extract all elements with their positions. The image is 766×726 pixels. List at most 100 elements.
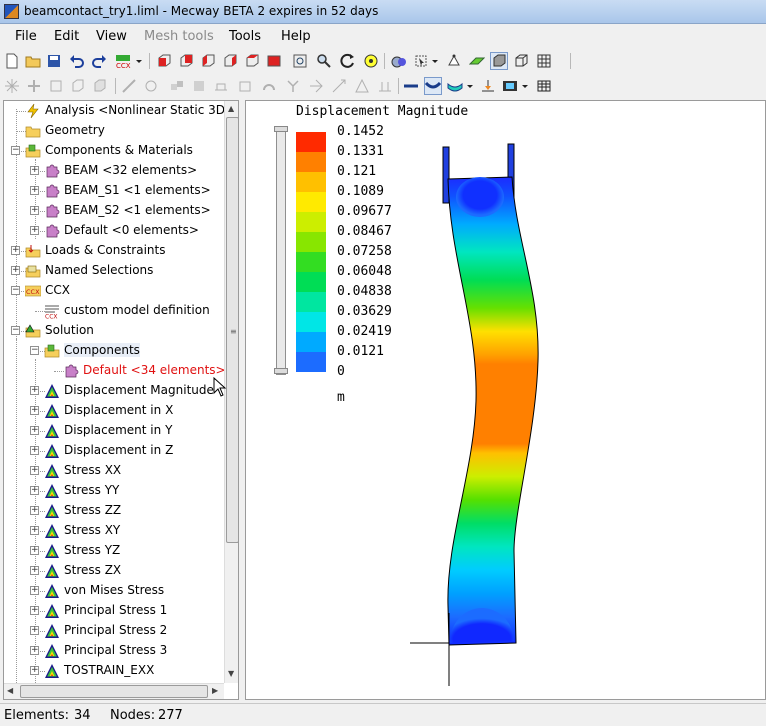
tree-item[interactable]: + Stress ZZ	[4, 502, 224, 520]
model-tree[interactable]: Analysis <Nonlinear Static 3D: Geometry − C…	[3, 100, 239, 700]
collapse-icon[interactable]: −	[11, 326, 20, 335]
scroll-right-arrow-icon[interactable]: ▶	[212, 686, 218, 695]
new-file-icon[interactable]	[3, 52, 21, 70]
tree-item[interactable]: − Components & Materials	[4, 142, 224, 160]
surface-tool-icon[interactable]	[468, 52, 486, 70]
select-mode-icon[interactable]	[412, 52, 430, 70]
expand-icon[interactable]: +	[30, 206, 39, 215]
table-icon[interactable]	[535, 77, 553, 95]
contour-icon[interactable]	[446, 77, 464, 95]
view-top-icon[interactable]	[243, 52, 261, 70]
save-icon[interactable]	[45, 52, 63, 70]
rotate-icon[interactable]	[339, 52, 357, 70]
tree-item[interactable]: + BEAM <32 elements>	[4, 162, 224, 180]
expand-icon[interactable]: +	[30, 446, 39, 455]
expand-icon[interactable]: +	[30, 386, 39, 395]
animation-icon[interactable]	[501, 77, 519, 95]
mesh-tool-3-icon[interactable]	[47, 77, 65, 95]
deformed-beam-model[interactable]	[246, 101, 766, 700]
animation-dropdown-icon[interactable]	[520, 77, 530, 95]
open-folder-icon[interactable]	[24, 52, 42, 70]
expand-icon[interactable]: +	[30, 546, 39, 555]
tree-vertical-scroll-thumb[interactable]: ≡	[226, 117, 238, 543]
tree-item[interactable]: Geometry	[4, 122, 224, 140]
tree-item[interactable]: + BEAM_S1 <1 elements>	[4, 182, 224, 200]
tree-item[interactable]: − Components	[4, 342, 224, 360]
deformed-shape-icon[interactable]	[424, 77, 442, 95]
expand-icon[interactable]: +	[30, 466, 39, 475]
menu-tools[interactable]: Tools	[229, 29, 261, 44]
mesh-tool-13-icon[interactable]	[284, 77, 302, 95]
tree-item[interactable]: + Stress XY	[4, 522, 224, 540]
expand-icon[interactable]: +	[30, 166, 39, 175]
mesh-tool-9-icon[interactable]	[190, 77, 208, 95]
mesh-tool-8-icon[interactable]	[168, 77, 186, 95]
tree-item[interactable]: + Stress YZ	[4, 542, 224, 560]
scroll-down-arrow-icon[interactable]: ▼	[228, 669, 234, 678]
expand-icon[interactable]: +	[30, 406, 39, 415]
tree-item[interactable]: Default <34 elements>	[4, 362, 226, 380]
tree-item[interactable]: + von Mises Stress	[4, 582, 224, 600]
tree-item[interactable]: − CCX CCX	[4, 282, 224, 300]
tree-horizontal-scrollbar[interactable]: ◀ ▶	[4, 683, 224, 699]
collapse-icon[interactable]: −	[11, 146, 20, 155]
mesh-display-icon[interactable]	[535, 52, 553, 70]
tree-item[interactable]: + Named Selections	[4, 262, 224, 280]
mesh-tool-17-icon[interactable]	[376, 77, 394, 95]
view-left-icon[interactable]	[199, 52, 217, 70]
menu-file[interactable]: File	[15, 29, 37, 44]
menu-mesh-tools[interactable]: Mesh tools	[144, 29, 214, 44]
expand-icon[interactable]: +	[30, 666, 39, 675]
tree-item[interactable]: + Displacement Magnitude	[4, 382, 224, 400]
tree-item[interactable]: Analysis <Nonlinear Static 3D:	[4, 102, 229, 120]
tree-item[interactable]: + Stress XX	[4, 462, 224, 480]
tree-item[interactable]: CCX custom model definition	[4, 302, 224, 321]
solve-dropdown-icon[interactable]	[134, 52, 144, 70]
line-icon[interactable]	[402, 77, 420, 95]
expand-icon[interactable]: +	[11, 246, 20, 255]
contour-dropdown-icon[interactable]	[465, 77, 475, 95]
tree-item[interactable]: + Principal Stress 2	[4, 622, 224, 640]
mesh-tool-6-icon[interactable]	[120, 77, 138, 95]
expand-icon[interactable]: +	[30, 646, 39, 655]
expand-icon[interactable]: +	[30, 526, 39, 535]
solid-shading-icon[interactable]	[490, 52, 508, 70]
mesh-tool-15-icon[interactable]	[330, 77, 348, 95]
mesh-tool-12-icon[interactable]	[260, 77, 278, 95]
expand-icon[interactable]: +	[30, 506, 39, 515]
probe-icon[interactable]	[479, 77, 497, 95]
tree-item[interactable]: + Principal Stress 1	[4, 602, 224, 620]
mesh-tool-5-icon[interactable]	[91, 77, 109, 95]
mesh-tool-14-icon[interactable]	[307, 77, 325, 95]
tree-item[interactable]: + Stress YY	[4, 482, 224, 500]
expand-icon[interactable]: +	[30, 606, 39, 615]
zoom-icon[interactable]	[315, 52, 333, 70]
menu-edit[interactable]: Edit	[54, 29, 79, 44]
tree-item[interactable]: + Displacement in X	[4, 402, 224, 420]
view-front-icon[interactable]	[155, 52, 173, 70]
model-viewport[interactable]: Displacement Magnitude 0.1452 0.1331 0.121…	[245, 100, 766, 700]
expand-icon[interactable]: +	[30, 566, 39, 575]
view-right-icon[interactable]	[221, 52, 239, 70]
zoom-fit-icon[interactable]	[291, 52, 309, 70]
mesh-tool-10-icon[interactable]	[212, 77, 230, 95]
expand-icon[interactable]: +	[30, 186, 39, 195]
menu-view[interactable]: View	[96, 29, 127, 44]
mesh-tool-1-icon[interactable]	[3, 77, 21, 95]
view-bottom-icon[interactable]	[265, 52, 283, 70]
spin-icon[interactable]	[362, 52, 380, 70]
expand-icon[interactable]: +	[11, 266, 20, 275]
collapse-icon[interactable]: −	[30, 346, 39, 355]
collapse-icon[interactable]: −	[11, 286, 20, 295]
tree-item[interactable]: + Displacement in Y	[4, 422, 224, 440]
expand-icon[interactable]: +	[30, 486, 39, 495]
select-icon[interactable]	[390, 52, 408, 70]
wireframe-icon[interactable]	[512, 52, 530, 70]
mesh-tool-4-icon[interactable]	[69, 77, 87, 95]
scroll-left-arrow-icon[interactable]: ◀	[7, 686, 13, 695]
select-mode-dropdown-icon[interactable]	[430, 52, 440, 70]
tree-item[interactable]: + Default <0 elements>	[4, 222, 224, 240]
tree-item[interactable]: + Principal Stress 3	[4, 642, 224, 660]
expand-icon[interactable]: +	[30, 626, 39, 635]
redo-icon[interactable]	[90, 52, 108, 70]
